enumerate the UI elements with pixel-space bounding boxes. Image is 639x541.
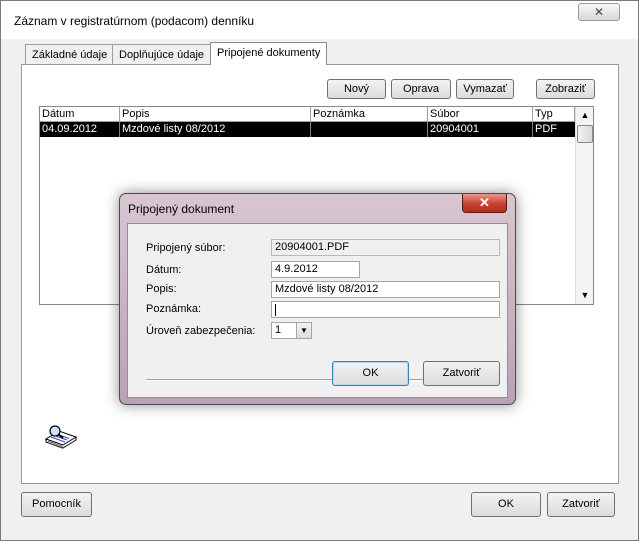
cell-typ: PDF <box>535 123 557 135</box>
chevron-down-icon[interactable]: ▼ <box>296 323 311 338</box>
attached-file-field: 20904001.PDF <box>271 239 500 256</box>
attached-file-label: Pripojený súbor: <box>146 242 226 254</box>
help-button[interactable]: Pomocník <box>21 492 92 517</box>
dialog-close-button[interactable]: Zatvoriť <box>423 361 500 386</box>
cell-poznamka <box>311 122 428 137</box>
description-label: Popis: <box>146 283 177 295</box>
window-title: Záznam v registratúrnom (podacom) denník… <box>14 14 255 28</box>
column-header-subor[interactable]: Súbor <box>428 107 533 122</box>
vertical-scrollbar[interactable]: ▲ ▼ <box>575 107 593 304</box>
help-book-magnifier-icon[interactable] <box>43 423 79 453</box>
column-header-poznamka[interactable]: Poznámka <box>311 107 428 122</box>
window-close-button[interactable]: ✕ <box>578 3 620 21</box>
column-header-typ[interactable]: Typ <box>533 107 575 122</box>
scroll-up-arrow-icon[interactable]: ▲ <box>576 107 594 124</box>
scroll-thumb[interactable] <box>577 125 593 143</box>
edit-button[interactable]: Oprava <box>391 79 451 99</box>
column-header-popis[interactable]: Popis <box>120 107 311 122</box>
ok-button[interactable]: OK <box>471 492 541 517</box>
dialog-title: Pripojený dokument <box>128 202 235 216</box>
tab-doplnujuce-udaje[interactable]: Doplňujúce údaje <box>112 44 212 64</box>
new-button[interactable]: Nový <box>327 79 386 99</box>
main-titlebar: Záznam v registratúrnom (podacom) denník… <box>1 1 638 39</box>
table-row[interactable]: 04.09.2012 Mzdové listy 08/2012 20904001… <box>40 122 575 137</box>
note-label: Poznámka: <box>146 303 202 315</box>
cell-subor: 20904001 <box>428 122 533 137</box>
security-level-select[interactable]: 1 ▼ <box>271 322 312 339</box>
delete-button[interactable]: Vymazať <box>456 79 514 99</box>
close-button[interactable]: Zatvoriť <box>547 492 615 517</box>
security-level-value: 1 <box>275 324 282 336</box>
column-header-datum[interactable]: Dátum <box>40 107 120 122</box>
note-field[interactable] <box>271 301 500 318</box>
dialog-ok-button[interactable]: OK <box>332 361 409 386</box>
dialog-close-icon[interactable]: ✕ <box>462 194 507 213</box>
cell-datum: 04.09.2012 <box>40 122 120 137</box>
tab-zakladne-udaje[interactable]: Základné údaje <box>25 44 115 64</box>
tab-pripojene-dokumenty[interactable]: Pripojené dokumenty <box>210 42 328 65</box>
security-level-label: Úroveň zabezpečenia: <box>146 325 256 337</box>
description-field[interactable]: Mzdové listy 08/2012 <box>271 281 500 298</box>
cell-popis: Mzdové listy 08/2012 <box>120 122 311 137</box>
show-button[interactable]: Zobraziť <box>536 79 595 99</box>
scroll-down-arrow-icon[interactable]: ▼ <box>576 287 594 304</box>
attached-document-dialog: Pripojený dokument ✕ Pripojený súbor: 20… <box>119 193 516 405</box>
date-label: Dátum: <box>146 264 182 276</box>
date-field[interactable]: 4.9.2012 <box>271 261 360 278</box>
text-caret <box>275 304 276 316</box>
